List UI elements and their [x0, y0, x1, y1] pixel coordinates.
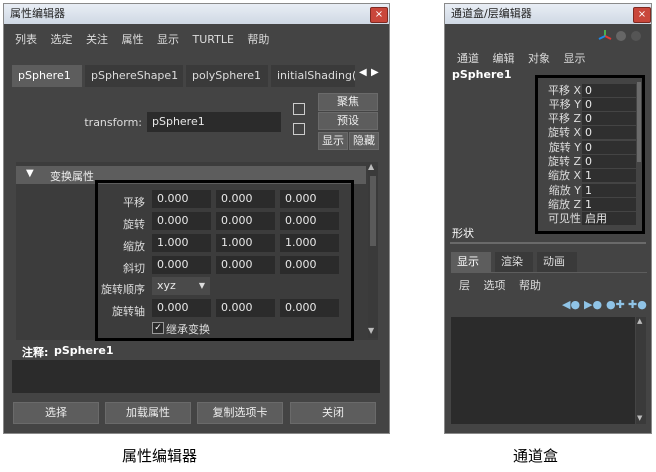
tab-psphere1[interactable]: pSphere1 [12, 65, 82, 87]
new-layer-selected-icon[interactable]: ✚● [628, 298, 647, 311]
tab-animation[interactable]: 动画 [537, 252, 577, 272]
tab-polysphere1[interactable]: polySphere1 [186, 65, 268, 87]
channel-box-window: 通道盒/层编辑器 × 通道 编辑 对象 显示 pSphere1 平移 X 0 平… [444, 3, 652, 434]
tab-render[interactable]: 渲染 [495, 252, 533, 272]
menu-attributes[interactable]: 属性 [122, 33, 144, 46]
notes-object: pSphere1 [54, 344, 114, 357]
collapse-triangle-icon[interactable]: ▼ [26, 168, 34, 179]
scrollbar-thumb[interactable] [370, 176, 376, 246]
menu-focus[interactable]: 关注 [86, 33, 108, 46]
tab-scroll-right-icon[interactable]: ▶ [371, 67, 379, 78]
menu-options[interactable]: 选项 [484, 279, 506, 292]
close-button[interactable]: × [633, 7, 651, 23]
layer-list[interactable] [451, 317, 635, 424]
menu-layer-help[interactable]: 帮助 [519, 279, 541, 292]
attribute-editor-title: 属性编辑器 [10, 7, 65, 20]
menu-turtle[interactable]: TURTLE [193, 33, 234, 46]
hide-button[interactable]: 隐藏 [349, 132, 379, 150]
layer-menu-bar: 层 选项 帮助 [459, 277, 551, 293]
focus-button[interactable]: 聚焦 [318, 93, 378, 111]
output-connections-icon[interactable] [293, 123, 305, 135]
attribute-editor-titlebar: 属性编辑器 [4, 4, 389, 24]
attribute-editor-window: 属性编辑器 × 列表 选定 关注 属性 显示 TURTLE 帮助 pSphere… [3, 3, 390, 434]
transform-label: transform: [84, 116, 142, 129]
new-layer-icon[interactable]: ●✚ [606, 298, 625, 311]
highlight-frame [535, 75, 645, 234]
tab-scroll-left-icon[interactable]: ◀ [359, 67, 367, 78]
input-connections-icon[interactable] [293, 103, 305, 115]
menu-selected[interactable]: 选定 [51, 33, 73, 46]
channel-menu-bar: 通道 编辑 对象 显示 [457, 50, 596, 66]
toggle-icon[interactable] [616, 31, 626, 41]
tab-psphereshape1[interactable]: pSphereShape1 [85, 65, 183, 87]
toggle-icon-2[interactable] [631, 31, 641, 41]
select-button[interactable]: 选择 [13, 402, 99, 424]
channel-box-caption: 通道盒 [513, 447, 559, 465]
scrollbar-up-icon[interactable]: ▲ [368, 162, 374, 171]
menu-channels[interactable]: 通道 [457, 52, 479, 65]
menu-object[interactable]: 对象 [528, 52, 550, 65]
tab-initialshading[interactable]: initialShading( [271, 65, 355, 87]
move-layer-down-icon[interactable]: ▶● [584, 298, 602, 311]
menu-list[interactable]: 列表 [15, 33, 37, 46]
notes-textarea[interactable] [12, 360, 380, 393]
scrollbar-down-icon[interactable]: ▼ [637, 414, 642, 422]
attribute-editor-caption: 属性编辑器 [122, 447, 198, 465]
scrollbar-down-icon[interactable]: ▼ [368, 326, 374, 335]
tab-display[interactable]: 显示 [451, 252, 491, 272]
menu-bar: 列表 选定 关注 属性 显示 TURTLE 帮助 [15, 31, 279, 47]
channel-box-title: 通道盒/层编辑器 [451, 7, 532, 20]
show-button[interactable]: 显示 [318, 132, 348, 150]
section-title: 变换属性 [50, 170, 94, 183]
close-button[interactable]: × [370, 7, 388, 23]
menu-show[interactable]: 显示 [157, 33, 179, 46]
presets-button[interactable]: 预设 [318, 112, 378, 130]
copy-tab-button[interactable]: 复制选项卡 [197, 402, 283, 424]
layer-scrollbar[interactable] [636, 317, 646, 424]
axis-icon [598, 29, 612, 43]
highlight-frame [95, 180, 354, 341]
menu-help[interactable]: 帮助 [247, 33, 269, 46]
menu-display[interactable]: 显示 [564, 52, 586, 65]
menu-layers[interactable]: 层 [459, 279, 470, 292]
load-attributes-button[interactable]: 加载属性 [105, 402, 191, 424]
channel-box-titlebar: 通道盒/层编辑器 [445, 4, 651, 24]
transform-name-field[interactable]: pSphere1 [147, 112, 281, 132]
object-name[interactable]: pSphere1 [452, 68, 512, 81]
shape-label: 形状 [452, 227, 474, 240]
scrollbar-up-icon[interactable]: ▲ [637, 317, 642, 325]
divider [450, 242, 646, 244]
tab-strip-line [451, 272, 647, 273]
menu-edit[interactable]: 编辑 [493, 52, 515, 65]
move-layer-up-icon[interactable]: ◀● [562, 298, 580, 311]
close-window-button[interactable]: 关闭 [290, 402, 376, 424]
notes-label: 注释: [22, 346, 49, 359]
